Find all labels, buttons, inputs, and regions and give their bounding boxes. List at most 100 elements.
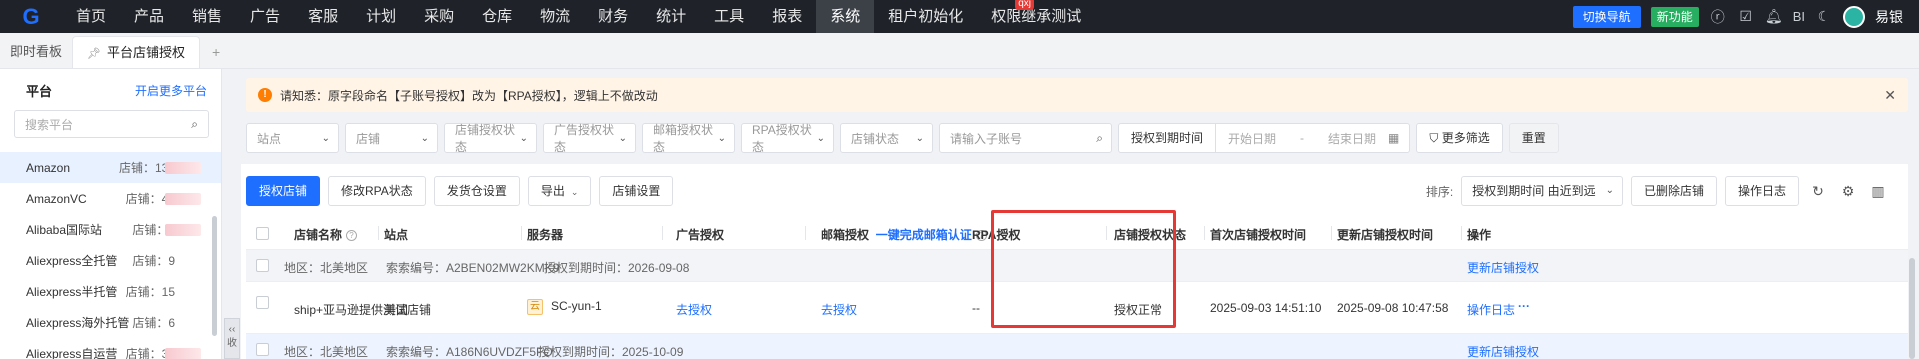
col-server: 服务器: [527, 228, 564, 242]
main-menu: 首页 产品 销售 广告 客服 计划 采购 仓库 物流 财务 统计 工具 报表 系统 租户初始化 权限继承测试 q…: [62, 0, 1095, 33]
sidebar-item-label: Aliexpress半托管: [26, 285, 118, 299]
nav-item[interactable]: 产品: [120, 0, 178, 33]
avatar[interactable]: [1843, 5, 1865, 28]
task-icon[interactable]: ☑: [1737, 8, 1755, 25]
sidebar-scrollbar[interactable]: [212, 216, 217, 336]
notice-text: 请知悉：原字段命名【子账号授权】改为【RPA授权】，逻辑上不做改动: [280, 88, 658, 103]
collapse-sidebar-button[interactable]: ‹‹ 收: [224, 318, 240, 359]
sidebar-item-count: 店铺：15: [125, 285, 175, 299]
store-status-label: 店铺状态: [851, 131, 900, 146]
table-scrollbar[interactable]: [1909, 258, 1915, 359]
more-actions-icon[interactable]: ···: [1518, 299, 1530, 313]
nav-item[interactable]: 财务: [584, 0, 642, 33]
sidebar-item[interactable]: Aliexpress半托管 店铺：15: [0, 276, 221, 307]
moon-icon[interactable]: ☾: [1815, 8, 1833, 25]
deleted-stores-button[interactable]: 已删除店铺: [1630, 176, 1717, 206]
nav-item[interactable]: 计划: [352, 0, 410, 33]
bell-icon[interactable]: 🔔︎: [1765, 8, 1783, 25]
tab-store-auth-label: 平台店铺授权: [106, 45, 185, 60]
nav-item[interactable]: 销售: [178, 0, 236, 33]
tab-store-auth[interactable]: 📌︎ 平台店铺授权: [72, 36, 200, 68]
start-date-input[interactable]: 开始日期: [1216, 130, 1288, 147]
user-name[interactable]: 易银: [1875, 7, 1903, 27]
question-icon[interactable]: ?: [346, 230, 358, 241]
nav-item[interactable]: 统计: [642, 0, 700, 33]
rpa-auth-status-select[interactable]: RPA授权状态 ⌄: [741, 123, 834, 154]
ad-authorize-link[interactable]: 去授权: [676, 301, 712, 318]
chevron-down-icon: ⌄: [420, 132, 429, 144]
email-authorize-link[interactable]: 去授权: [821, 301, 857, 318]
one-click-email-verify-link[interactable]: 一键完成邮箱认证: [876, 228, 972, 242]
nav-item[interactable]: 工具: [700, 0, 758, 33]
nav-item[interactable]: 系统: [816, 0, 875, 33]
renew-store-auth-link[interactable]: 更新店铺授权: [1467, 343, 1539, 359]
close-icon[interactable]: ✕: [1884, 87, 1896, 104]
col-store-name-label: 店铺名称: [294, 228, 343, 242]
operation-log-link[interactable]: 操作日志: [1467, 301, 1515, 318]
renew-store-auth-link[interactable]: 更新店铺授权: [1467, 259, 1539, 276]
nav-item[interactable]: 广告: [236, 0, 294, 33]
pin-icon[interactable]: 📌︎: [87, 48, 101, 60]
sort-select[interactable]: 授权到期时间 由近到远 ⌄: [1461, 176, 1623, 206]
more-filter-button[interactable]: ⛉ 更多筛选: [1416, 123, 1503, 153]
col-ad-auth: 广告授权: [676, 228, 725, 242]
nav-item[interactable]: 采购: [410, 0, 468, 33]
sidebar-item[interactable]: Amazon 店铺：137: [0, 152, 221, 183]
open-more-platforms-link[interactable]: 开启更多平台: [135, 82, 207, 99]
site-select[interactable]: 站点 ⌄: [246, 123, 339, 153]
nav-item[interactable]: 权限继承测试 qxj: [977, 0, 1095, 33]
settings-icon[interactable]: ⚙: [1837, 183, 1859, 200]
sidebar-item[interactable]: Aliexpress自运营 店铺：38: [0, 338, 221, 359]
export-button[interactable]: 导出 ⌄: [527, 176, 592, 206]
book-icon[interactable]: ▥: [1867, 183, 1889, 200]
add-tab-button[interactable]: +: [200, 36, 232, 68]
sub-account-input[interactable]: 请输入子账号 ⌕: [939, 123, 1112, 153]
help-icon[interactable]: ⓡ: [1709, 7, 1727, 27]
email-auth-status-select[interactable]: 邮箱授权状态 ⌄: [642, 123, 735, 154]
store-auth-status-label: 店铺授权状态: [455, 123, 516, 154]
search-icon[interactable]: ⌕: [1096, 131, 1103, 146]
refresh-icon[interactable]: ↻: [1807, 183, 1829, 200]
nav-item[interactable]: 租户初始化: [874, 0, 977, 33]
sidebar-item[interactable]: Aliexpress全托管 店铺：9: [0, 245, 221, 276]
more-filter-label: 更多筛选: [1441, 131, 1490, 145]
nav-item[interactable]: 仓库: [468, 0, 526, 33]
store-settings-button[interactable]: 店铺设置: [599, 176, 674, 206]
sidebar-item[interactable]: Aliexpress海外托管 店铺：6: [0, 307, 221, 338]
platform-list: Amazon 店铺：137 AmazonVC 店铺：42 Alibaba国际站 店铺：9 A…: [0, 152, 221, 359]
chevron-down-icon: ⌄: [519, 132, 528, 144]
new-features-button[interactable]: 新功能: [1650, 6, 1699, 27]
ship-warehouse-settings-button[interactable]: 发货仓设置: [433, 176, 520, 206]
ad-auth-status-select[interactable]: 广告授权状态 ⌄: [543, 123, 636, 154]
search-icon[interactable]: ⌕: [191, 117, 198, 132]
app-logo[interactable]: G: [0, 0, 62, 33]
nav-item[interactable]: 报表: [758, 0, 816, 33]
switch-nav-button[interactable]: 切换导航: [1572, 5, 1641, 28]
end-date-input[interactable]: 结束日期: [1316, 130, 1388, 147]
nav-item[interactable]: 首页: [62, 0, 120, 33]
reset-button[interactable]: 重置: [1508, 123, 1559, 153]
modify-rpa-status-button[interactable]: 修改RPA状态: [328, 176, 426, 206]
group-checkbox[interactable]: [256, 343, 269, 356]
sidebar-item[interactable]: AmazonVC 店铺：42: [0, 183, 221, 214]
email-auth-status-label: 邮箱授权状态: [653, 123, 714, 154]
chevron-down-icon: ⌄: [717, 132, 726, 144]
store-select[interactable]: 店铺 ⌄: [345, 123, 438, 153]
calendar-icon[interactable]: ▦: [1388, 131, 1409, 145]
group-checkbox[interactable]: [256, 259, 269, 272]
platform-search-input[interactable]: 搜索平台 ⌕: [14, 110, 209, 138]
store-status-select[interactable]: 店铺状态 ⌄: [840, 123, 933, 153]
row-checkbox[interactable]: [256, 296, 269, 309]
chevron-down-icon: ⌄: [618, 132, 627, 144]
authorize-store-button[interactable]: 授权店铺: [246, 176, 321, 206]
store-select-label: 店铺: [356, 131, 381, 146]
nav-item[interactable]: 物流: [526, 0, 584, 33]
sidebar-item[interactable]: Alibaba国际站 店铺：9: [0, 214, 221, 245]
nav-item[interactable]: 客服: [294, 0, 352, 33]
select-all-checkbox[interactable]: [256, 227, 269, 240]
store-auth-status-select[interactable]: 店铺授权状态 ⌄: [444, 123, 537, 154]
operation-log-button[interactable]: 操作日志: [1724, 176, 1799, 206]
bi-label[interactable]: BI: [1793, 9, 1805, 24]
tab-dashboard[interactable]: 即时看板: [0, 36, 72, 68]
expire-date-range[interactable]: 授权到期时间 开始日期 - 结束日期 ▦: [1118, 123, 1411, 153]
